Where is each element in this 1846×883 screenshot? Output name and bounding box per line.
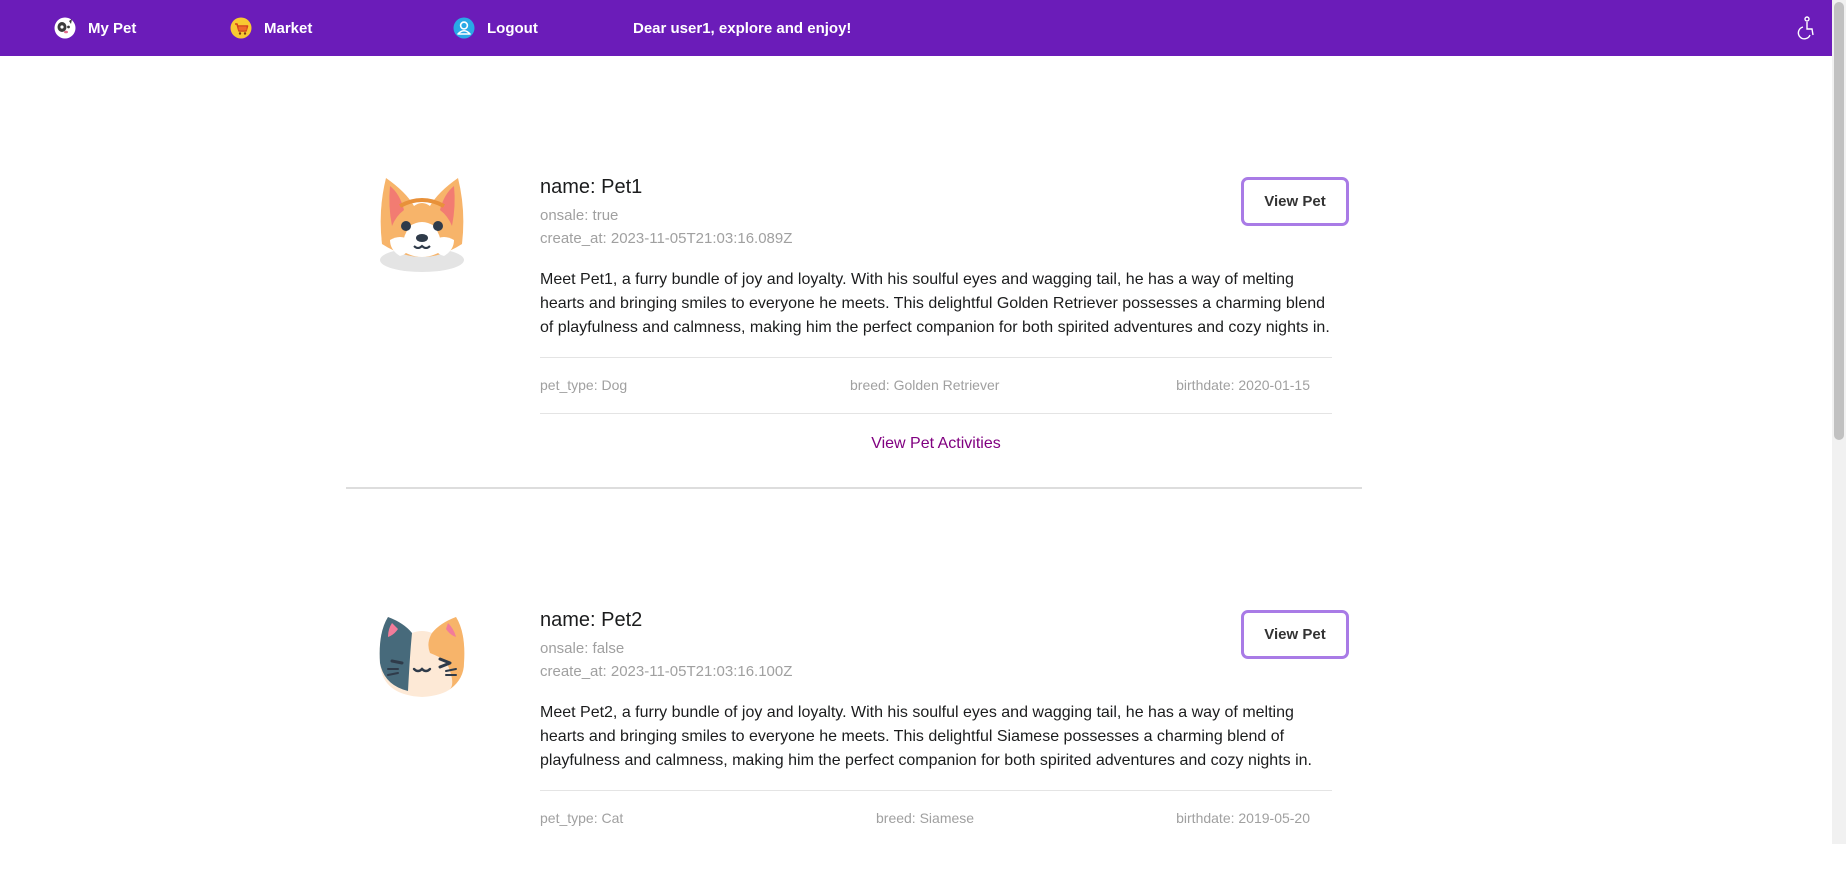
pet-facts-row: pet_type: Dog breed: Golden Retriever bi… xyxy=(540,357,1332,414)
scrollbar-thumb[interactable] xyxy=(1834,2,1844,440)
pet-name: name: Pet1 xyxy=(540,176,643,198)
nav-market[interactable]: Market xyxy=(230,0,312,56)
pet-onsale: onsale: false xyxy=(540,640,625,657)
pet-birthdate: birthdate: 2020-01-15 xyxy=(1176,377,1310,393)
top-navbar: My Pet Market Logout Dear user1, explore… xyxy=(0,0,1832,56)
nav-my-pet-label: My Pet xyxy=(88,19,137,37)
pet-created-at: create_at: 2023-11-05T21:03:16.089Z xyxy=(540,230,793,247)
pet-description: Meet Pet2, a furry bundle of joy and loy… xyxy=(540,704,1312,769)
corgi-dog-face-icon xyxy=(370,170,474,274)
accessibility-icon[interactable] xyxy=(1794,16,1816,40)
pet-breed: breed: Siamese xyxy=(876,810,975,826)
nav-my-pet[interactable]: My Pet xyxy=(54,0,136,56)
pet-breed: breed: Golden Retriever xyxy=(850,377,1000,393)
pet-card: name: Pet1 onsale: true create_at: 2023-… xyxy=(346,150,1362,489)
nav-market-label: Market xyxy=(264,19,313,37)
shopping-cart-icon xyxy=(230,17,252,39)
user-icon xyxy=(453,17,475,39)
pet-name: name: Pet2 xyxy=(540,609,643,631)
calico-cat-face-icon xyxy=(370,603,474,707)
pet-description: Meet Pet1, a furry bundle of joy and loy… xyxy=(540,271,1330,336)
greeting-text: Dear user1, explore and enjoy! xyxy=(633,19,852,37)
pet-card: name: Pet2 onsale: false create_at: 2023… xyxy=(346,583,1362,883)
pet-facts-row: pet_type: Cat breed: Siamese birthdate: … xyxy=(540,790,1332,846)
pet-created-at: create_at: 2023-11-05T21:03:16.100Z xyxy=(540,663,793,680)
view-pet-activities-link[interactable]: View Pet Activities xyxy=(540,435,1332,453)
pet-icon xyxy=(54,17,76,39)
pet-type: pet_type: Dog xyxy=(540,377,628,393)
pet-birthdate: birthdate: 2019-05-20 xyxy=(1176,810,1310,826)
nav-logout-label: Logout xyxy=(487,19,538,37)
nav-logout[interactable]: Logout xyxy=(453,0,538,56)
view-pet-button[interactable]: View Pet xyxy=(1241,610,1349,659)
view-pet-button[interactable]: View Pet xyxy=(1241,177,1349,226)
pet-onsale: onsale: true xyxy=(540,207,619,224)
pet-type: pet_type: Cat xyxy=(540,810,624,826)
